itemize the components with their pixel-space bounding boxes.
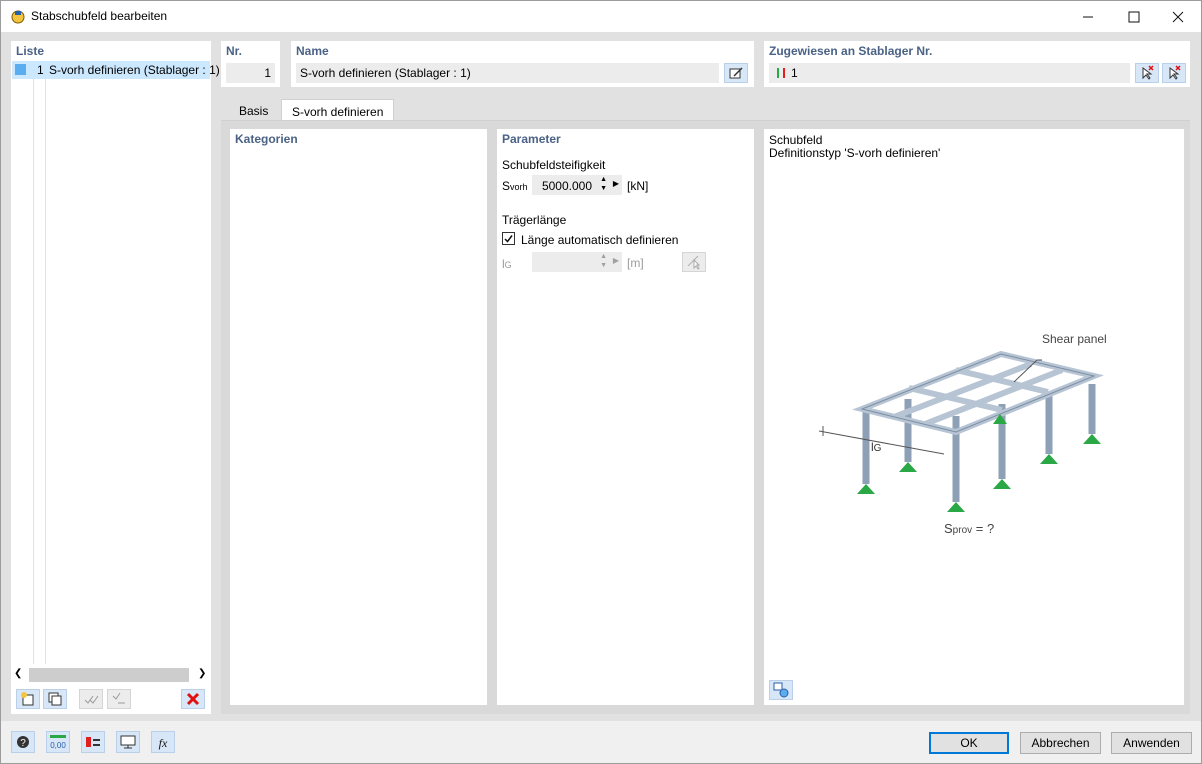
lg-input[interactable]: ▲ ▼ ▶ bbox=[532, 252, 622, 272]
expand-arrow-icon[interactable]: ▶ bbox=[613, 256, 619, 265]
svg-text:?: ? bbox=[20, 738, 26, 749]
kategorien-panel: Kategorien bbox=[230, 129, 487, 705]
new-item-button[interactable] bbox=[16, 689, 40, 709]
window-title: Stabschubfeld bearbeiten bbox=[31, 9, 168, 23]
liste-panel: Liste 1 S-vorh definieren (Stablager : 1… bbox=[11, 41, 220, 666]
parameter-title: Parameter bbox=[502, 132, 561, 146]
minimize-icon bbox=[1083, 16, 1093, 17]
help-icon: ? bbox=[17, 736, 29, 749]
scroll-left-icon[interactable]: ❮ bbox=[14, 668, 22, 679]
delete-button[interactable] bbox=[181, 689, 205, 709]
bottom-bar: ? 0,00 fx OK Abbrechen Anwenden bbox=[1, 721, 1201, 763]
length-group-label: Trägerlänge bbox=[502, 213, 567, 227]
title-bar: Stabschubfeld bearbeiten bbox=[1, 1, 1201, 32]
lg-unit: [m] bbox=[627, 256, 644, 270]
auto-length-label: Länge automatisch definieren bbox=[521, 233, 679, 247]
preview-panel: Schubfeld Definitionstyp 'S-vorh definie… bbox=[764, 129, 1184, 705]
edit-icon bbox=[729, 67, 743, 79]
s-vorh-input[interactable]: 5000.000 ▲ ▼ ▶ bbox=[532, 175, 622, 195]
ok-button[interactable]: OK bbox=[929, 732, 1009, 754]
delete-icon bbox=[186, 692, 200, 706]
nr-field[interactable]: 1 bbox=[226, 63, 275, 83]
maximize-icon bbox=[1128, 11, 1140, 22]
close-icon bbox=[1172, 11, 1184, 22]
s-vorh-unit: [kN] bbox=[627, 179, 649, 193]
renumber-button[interactable] bbox=[107, 689, 131, 709]
check-button[interactable] bbox=[79, 689, 103, 709]
liste-title: Liste bbox=[16, 44, 45, 58]
horizontal-scrollbar[interactable]: ❮ ❯ bbox=[11, 666, 211, 684]
shear-panel-label: Shear panel bbox=[1042, 332, 1107, 346]
preview-subtitle: Definitionstyp 'S-vorh definieren' bbox=[769, 146, 941, 160]
shear-panel-illustration bbox=[819, 350, 1104, 512]
renumber-icon bbox=[112, 692, 125, 704]
picture-settings-icon bbox=[773, 682, 789, 698]
apply-button[interactable]: Anwenden bbox=[1111, 732, 1192, 754]
list-toolbar bbox=[11, 684, 211, 714]
svg-text:0,00: 0,00 bbox=[50, 741, 66, 750]
list-item[interactable]: 1 S-vorh definieren (Stablager : 1) bbox=[12, 61, 220, 79]
pick-cursor-icon bbox=[1142, 65, 1154, 80]
name-field[interactable]: S-vorh definieren (Stablager : 1) bbox=[296, 63, 719, 83]
assigned-label: Zugewiesen an Stablager Nr. bbox=[769, 44, 933, 58]
lg-dimension-label: lG bbox=[871, 440, 882, 454]
auto-length-checkbox[interactable] bbox=[502, 232, 515, 245]
scroll-right-icon[interactable]: ❯ bbox=[198, 668, 206, 679]
monitor-icon bbox=[120, 735, 136, 749]
nr-label: Nr. bbox=[226, 44, 243, 58]
color-swatch bbox=[15, 64, 26, 75]
cancel-button[interactable]: Abbrechen bbox=[1020, 732, 1101, 754]
view-button[interactable] bbox=[116, 731, 140, 753]
assigned-value: 1 bbox=[791, 66, 798, 80]
copy-icon bbox=[48, 692, 62, 706]
stiffness-group-label: Schubfeldsteifigkeit bbox=[502, 158, 606, 172]
minimize-button[interactable] bbox=[1065, 1, 1111, 32]
scroll-thumb[interactable] bbox=[29, 668, 189, 682]
s-vorh-value: 5000.000 bbox=[541, 179, 592, 193]
kategorien-title: Kategorien bbox=[235, 132, 298, 146]
new-icon bbox=[21, 692, 34, 706]
name-label: Name bbox=[296, 44, 329, 58]
lg-label: lG bbox=[502, 257, 512, 271]
nr-panel: Nr. 1 bbox=[221, 41, 280, 87]
check-icon bbox=[84, 695, 99, 704]
display-button[interactable] bbox=[81, 731, 105, 753]
select-button[interactable] bbox=[1135, 63, 1159, 83]
list-item-label: S-vorh definieren (Stablager : 1) bbox=[49, 63, 220, 77]
pick-length-icon bbox=[687, 255, 701, 270]
tab-basis[interactable]: Basis bbox=[229, 99, 278, 121]
member-support-icon bbox=[777, 68, 785, 78]
assigned-panel: Zugewiesen an Stablager Nr. 1 bbox=[764, 41, 1190, 87]
s-vorh-label: Svorh bbox=[502, 179, 528, 193]
list-item-number: 1 bbox=[37, 63, 44, 77]
select-graphic-button[interactable] bbox=[1162, 63, 1186, 83]
parameter-panel: Parameter Schubfeldsteifigkeit Svorh 500… bbox=[497, 129, 754, 705]
display-list-icon bbox=[86, 737, 100, 747]
units-button[interactable]: 0,00 bbox=[46, 731, 70, 753]
sprov-label: Sprov = ? bbox=[944, 521, 995, 536]
spinner-arrows-icon[interactable]: ▲ ▼ bbox=[600, 175, 607, 193]
spinner-arrows-icon[interactable]: ▲ ▼ bbox=[600, 252, 607, 270]
svg-text:fx: fx bbox=[159, 736, 168, 750]
checkmark-icon bbox=[504, 235, 513, 243]
name-panel: Name S-vorh definieren (Stablager : 1) bbox=[291, 41, 754, 87]
tab-s-vorh-definieren[interactable]: S-vorh definieren bbox=[281, 99, 395, 121]
pick-length-button[interactable] bbox=[682, 252, 706, 272]
edit-name-button[interactable] bbox=[724, 63, 748, 83]
expand-arrow-icon[interactable]: ▶ bbox=[613, 179, 619, 188]
graphic-options-button[interactable] bbox=[769, 680, 793, 700]
help-button[interactable]: ? bbox=[11, 731, 35, 753]
close-button[interactable] bbox=[1155, 1, 1201, 32]
copy-item-button[interactable] bbox=[43, 689, 67, 709]
maximize-button[interactable] bbox=[1111, 1, 1157, 32]
dialog-window: Stabschubfeld bearbeiten Liste 1 S-vorh … bbox=[0, 0, 1202, 764]
function-icon: fx bbox=[159, 736, 168, 750]
preview-title: Schubfeld bbox=[769, 133, 823, 147]
assigned-field[interactable]: 1 bbox=[769, 63, 1130, 83]
function-button[interactable]: fx bbox=[151, 731, 175, 753]
decimal-places-icon: 0,00 bbox=[50, 735, 66, 750]
app-icon bbox=[11, 10, 25, 24]
pick-cursor-icon bbox=[1169, 65, 1181, 80]
